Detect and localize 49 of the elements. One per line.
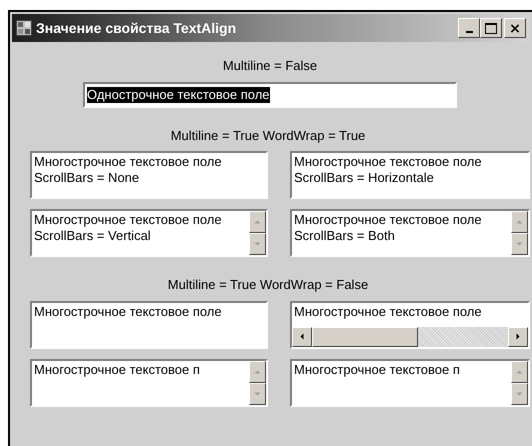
scroll-up-button[interactable] [249,211,266,233]
text-content: Многострочное текстовое поле [293,302,483,320]
text-content: Многострочное текстовое поле ScrollBars = None [33,153,223,186]
down-arrow-icon [515,390,524,396]
multiline-text-field[interactable]: Многострочное текстовое поле [30,300,268,348]
right-arrow-icon [515,332,521,341]
scroll-up-button[interactable] [511,211,528,233]
scroll-right-button[interactable] [508,326,528,346]
down-arrow-icon [515,241,524,247]
section-label: Multiline = False [222,57,318,75]
multiline-text-field[interactable]: Многострочное текстовое поле ScrollBars = None [30,151,268,199]
multiline-text-field[interactable]: Многострочное текстовое поле ScrollBars = Both [290,209,530,257]
multiline-text-field[interactable]: Многострочное текстовое поле ScrollBars = Vertical [30,209,268,257]
up-arrow-icon [515,219,524,225]
left-arrow-icon [299,332,305,341]
text-content: Многострочное текстовое п [33,360,201,378]
scroll-up-button[interactable] [249,360,266,382]
scroll-down-button[interactable] [511,233,528,255]
scroll-down-button[interactable] [249,233,266,255]
section-label: Multiline = True WordWrap = False [168,276,368,294]
horizontal-scrollbar[interactable] [292,326,528,346]
multiline-text-field[interactable]: Многострочное текстовое п [290,358,530,406]
multiline-text-field[interactable]: Многострочное текстовое п [30,358,268,406]
single-line-text-field[interactable]: Однострочное текстовое поле [83,82,457,108]
scroll-down-button[interactable] [249,382,266,404]
text-content: Однострочное текстовое поле [87,86,270,102]
text-content: Многострочное текстовое поле ScrollBars = Both [293,211,483,244]
text-content: Многострочное текстовое поле [33,302,223,320]
down-arrow-icon [253,241,262,247]
app-window-icon [16,20,32,36]
multiline-text-field[interactable]: Многострочное текстовое поле ScrollBars = Horizontale [290,151,530,199]
section-label: Multiline = True WordWrap = True [170,126,366,145]
scroll-left-button[interactable] [292,326,312,346]
window-title: Значение свойства TextAlign [36,18,236,38]
close-icon [510,24,520,32]
up-arrow-icon [253,368,262,374]
scroll-up-button[interactable] [511,360,528,382]
text-content: Многострочное текстовое п [293,360,461,378]
text-content: Многострочное текстовое поле ScrollBars = Vertical [33,211,223,244]
down-arrow-icon [253,390,262,396]
scrollbar-thumb[interactable] [312,326,418,346]
up-arrow-icon [515,368,524,374]
text-content: Многострочное текстовое поле ScrollBars = Horizontale [293,153,483,186]
multiline-text-field[interactable]: Многострочное текстовое поле [290,300,530,348]
maximize-button[interactable] [480,18,502,38]
close-button[interactable] [504,18,526,38]
up-arrow-icon [253,219,262,225]
minimize-button[interactable] [458,18,480,38]
scroll-down-button[interactable] [511,382,528,404]
